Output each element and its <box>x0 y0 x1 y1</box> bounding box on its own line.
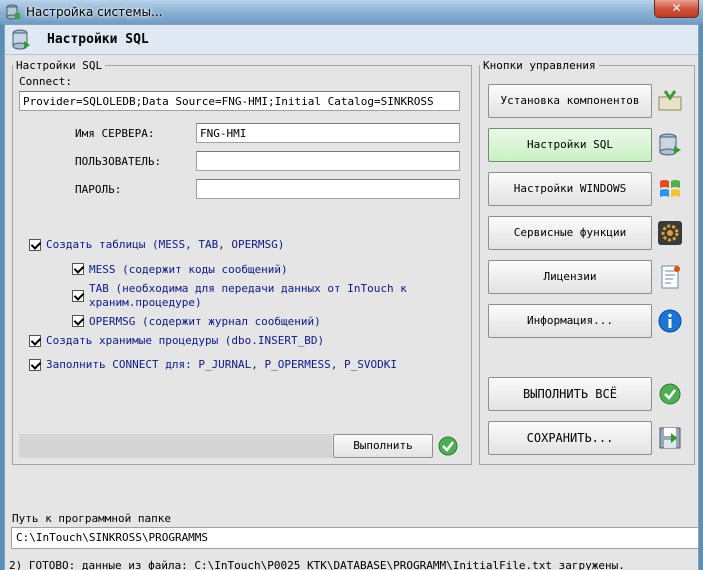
gear-icon <box>658 221 682 245</box>
database-arrow-icon <box>659 133 681 156</box>
close-button[interactable]: ✕ <box>654 0 699 18</box>
sql-settings-button[interactable]: Настройки SQL <box>488 128 652 162</box>
page-header: Настройки SQL <box>5 25 698 55</box>
sql-settings-legend: Настройки SQL <box>16 59 103 72</box>
program-folder-label: Путь к программной папке <box>12 512 171 525</box>
save-disk-icon <box>659 427 681 449</box>
server-label: Имя СЕРВЕРА: <box>75 127 155 140</box>
connect-label: Connect: <box>19 75 72 88</box>
program-folder-field[interactable]: C:\InTouch\SINKROSS\PROGRAMMS <box>11 527 699 549</box>
fill-connect-checkbox[interactable] <box>29 359 41 371</box>
run-button[interactable]: Выполнить <box>333 434 433 458</box>
sql-settings-group: Настройки SQL <box>12 59 472 465</box>
fill-connect-label: Заполнить CONNECT для: P_JURNAL, P_OPERM… <box>46 358 397 371</box>
save-button[interactable]: СОХРАНИТЬ... <box>488 421 652 455</box>
windows-logo-icon <box>660 180 680 197</box>
opermsg-checkbox[interactable] <box>72 315 84 327</box>
server-field[interactable]: FNG-HMI <box>196 123 460 143</box>
status-message: 2) ГОТОВО: данные из файла: C:\InTouch\P… <box>9 559 625 570</box>
check-circle-icon[interactable] <box>438 436 458 456</box>
install-components-button[interactable]: Установка компонентов <box>488 84 652 118</box>
password-field[interactable] <box>196 179 460 199</box>
check-circle-icon <box>659 383 681 405</box>
database-app-icon <box>6 4 20 20</box>
tab-checkbox[interactable] <box>72 290 84 302</box>
user-field[interactable] <box>196 151 460 171</box>
mess-label: MESS (содержит коды сообщений) <box>89 263 288 276</box>
run-all-button[interactable]: ВЫПОЛНИТЬ ВСЁ <box>488 377 652 411</box>
control-buttons-legend: Кнопки управления <box>483 59 596 72</box>
install-box-icon <box>658 90 682 111</box>
user-label: ПОЛЬЗОВАТЕЛЬ: <box>75 155 162 168</box>
license-document-icon <box>661 265 680 289</box>
progress-bar <box>19 434 332 458</box>
page-title: Настройки SQL <box>47 32 149 47</box>
create-tables-checkbox[interactable] <box>29 239 41 251</box>
info-icon <box>658 309 682 333</box>
tab-label-line2: храним.процедуре) <box>89 296 202 309</box>
main-window: Настройки SQL Настройки SQL Кнопки управ… <box>4 24 699 570</box>
title-bar: Настройка системы... ✕ <box>0 0 703 24</box>
service-functions-button[interactable]: Сервисные функции <box>488 216 652 250</box>
connect-string-field[interactable]: Provider=SQLOLEDB;Data Source=FNG-HMI;In… <box>19 91 460 111</box>
create-tables-label: Создать таблицы (MESS, TAB, OPERMSG) <box>46 238 285 251</box>
create-procedures-label: Создать хранимые процедуры (dbo.INSERT_B… <box>46 334 325 347</box>
opermsg-label: OPERMSG (содержит журнал сообщений) <box>89 315 321 328</box>
mess-checkbox[interactable] <box>72 263 84 275</box>
database-icon <box>12 29 30 50</box>
information-button[interactable]: Информация... <box>488 304 652 338</box>
password-label: ПАРОЛЬ: <box>75 183 122 196</box>
licenses-button[interactable]: Лицензии <box>488 260 652 294</box>
create-procedures-checkbox[interactable] <box>29 335 41 347</box>
window-title: Настройка системы... <box>26 5 163 19</box>
windows-settings-button[interactable]: Настройки WINDOWS <box>488 172 652 206</box>
tab-label-line1: TAB (необходима для передачи данных от I… <box>89 282 407 295</box>
